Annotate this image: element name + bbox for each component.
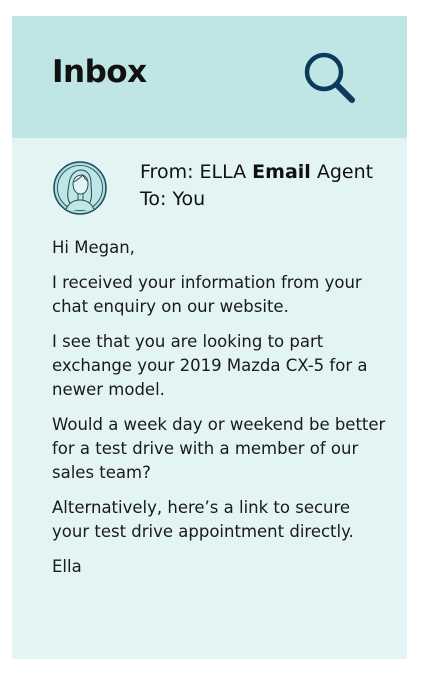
from-line: From: ELLA Email Agent <box>140 159 373 186</box>
from-bold: Email <box>252 161 311 183</box>
signature: Ella <box>52 557 82 576</box>
search-icon <box>304 52 355 103</box>
inbox-header: Inbox <box>12 16 407 138</box>
body-paragraph: Would a week day or weekend be better fo… <box>52 415 386 482</box>
email-panel: Inbox From: ELLA Email Agent To: You Hi … <box>12 16 407 659</box>
from-suffix: Agent <box>310 161 374 183</box>
email-body: Hi Megan, I received your information fr… <box>52 236 387 590</box>
email-meta: From: ELLA Email Agent To: You <box>140 159 373 213</box>
to-line: To: You <box>140 188 206 210</box>
body-paragraph: I received your information from your ch… <box>52 273 362 316</box>
sender-avatar <box>52 160 108 216</box>
body-paragraph: I see that you are looking to part excha… <box>52 332 368 399</box>
greeting: Hi Megan, <box>52 238 135 257</box>
page-title: Inbox <box>52 54 147 90</box>
search-button[interactable] <box>302 50 358 106</box>
avatar-woman-icon <box>53 161 107 215</box>
from-prefix: From: ELLA <box>140 161 253 183</box>
body-paragraph: Alternatively, here’s a link to secure y… <box>52 498 354 541</box>
